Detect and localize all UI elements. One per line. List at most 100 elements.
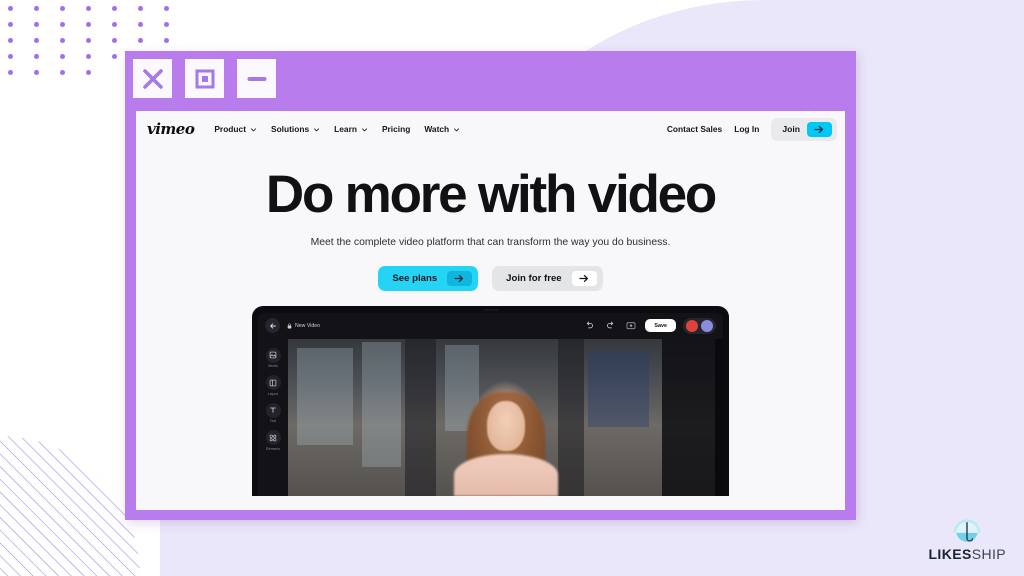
device-notch xyxy=(482,308,499,311)
grid-dot xyxy=(138,22,143,27)
save-button[interactable]: Save xyxy=(645,319,676,333)
back-button[interactable] xyxy=(265,318,280,334)
editor-body: Media Layout Text Elements xyxy=(258,338,723,496)
minimize-button[interactable] xyxy=(237,59,276,98)
elements-icon xyxy=(265,430,281,446)
logo-thin-part: SHIP xyxy=(971,546,1006,562)
log-in-link[interactable]: Log In xyxy=(734,124,759,134)
grid-dot xyxy=(34,54,39,59)
grid-dot xyxy=(86,70,91,75)
window-titlebar xyxy=(125,51,856,111)
grid-dot xyxy=(34,38,39,43)
nav-label: Product xyxy=(214,124,246,134)
editor-project-title: New Video xyxy=(287,323,320,329)
browser-window: vimeo Product Solutions Learn Pricing Wa… xyxy=(125,51,856,520)
join-button[interactable]: Join xyxy=(771,117,837,141)
tool-label: Media xyxy=(268,364,278,369)
tool-elements[interactable]: Elements xyxy=(265,430,281,451)
hero-subtitle: Meet the complete video platform that ca… xyxy=(310,236,671,248)
grid-dot xyxy=(164,22,169,27)
see-plans-label: See plans xyxy=(392,272,438,284)
grid-dot xyxy=(60,6,65,11)
nav-item-learn[interactable]: Learn xyxy=(334,124,368,134)
grid-dot xyxy=(138,6,143,11)
chevron-down-icon xyxy=(250,127,256,131)
grid-dot xyxy=(8,54,13,59)
redo-button[interactable] xyxy=(603,319,617,333)
arrow-right-icon xyxy=(571,270,597,286)
website-viewport: vimeo Product Solutions Learn Pricing Wa… xyxy=(136,111,845,510)
grid-dot xyxy=(8,38,13,43)
join-label: Join xyxy=(782,124,800,134)
text-icon xyxy=(265,402,281,418)
chevron-down-icon xyxy=(314,127,320,131)
tool-text[interactable]: Text xyxy=(265,402,281,423)
tool-layout[interactable]: Layout xyxy=(265,375,281,396)
cta-row: See plans Join for free xyxy=(136,265,845,291)
likesship-logo: LIKESSHIP xyxy=(928,518,1006,562)
nav-item-solutions[interactable]: Solutions xyxy=(271,124,320,134)
nav-item-watch[interactable]: Watch xyxy=(424,124,460,134)
grid-dot xyxy=(8,6,13,11)
grid-dot xyxy=(112,38,117,43)
see-plans-button[interactable]: See plans xyxy=(378,265,479,291)
grid-dot xyxy=(164,38,169,43)
undo-button[interactable] xyxy=(582,319,596,333)
vimeo-logo[interactable]: vimeo xyxy=(147,120,195,138)
grid-dot xyxy=(8,70,13,75)
arrow-left-icon xyxy=(269,323,276,329)
avatar-red[interactable] xyxy=(686,319,698,332)
avatar-purple[interactable] xyxy=(701,319,713,332)
grid-dot xyxy=(86,6,91,11)
undo-icon xyxy=(586,321,593,329)
nav-item-product[interactable]: Product xyxy=(214,124,257,134)
nav-label: Pricing xyxy=(381,124,411,134)
nav-label: Watch xyxy=(424,124,450,134)
grid-dot xyxy=(60,22,65,27)
grid-dot xyxy=(34,22,39,27)
grid-dot xyxy=(34,70,39,75)
close-button[interactable] xyxy=(133,59,172,98)
layout-icon xyxy=(265,375,281,391)
collaborator-avatars xyxy=(683,317,716,334)
nav-label: Learn xyxy=(334,124,357,134)
tool-media[interactable]: Media xyxy=(265,347,281,369)
editor-toolbar-right: Save xyxy=(582,317,716,334)
chevron-down-icon xyxy=(454,127,460,131)
x-icon xyxy=(142,68,163,89)
lock-icon xyxy=(287,323,292,329)
chevron-down-icon xyxy=(361,127,367,131)
arrow-right-icon xyxy=(807,121,832,137)
grid-dot xyxy=(112,6,117,11)
video-frame-image xyxy=(288,338,723,496)
canvas-right-letterbox xyxy=(715,338,723,496)
logo-bold-part: LIKES xyxy=(928,546,972,562)
window-controls xyxy=(133,59,276,98)
tool-label: Elements xyxy=(265,446,281,451)
nav-item-pricing[interactable]: Pricing xyxy=(382,124,410,134)
square-icon xyxy=(195,69,214,88)
grid-dot xyxy=(34,6,39,11)
nav-label: Solutions xyxy=(270,124,310,134)
subject-face xyxy=(486,401,525,452)
grid-dot xyxy=(112,54,117,59)
nav-links: Product Solutions Learn Pricing Watch xyxy=(214,124,460,134)
grid-dot xyxy=(164,6,169,11)
redo-icon xyxy=(607,321,614,329)
grid-dot xyxy=(8,22,13,27)
editor-screen: New Video Save Media Layout Text Element… xyxy=(258,312,723,496)
editor-preview-canvas[interactable] xyxy=(288,338,723,496)
maximize-button[interactable] xyxy=(185,59,224,98)
contact-sales-link[interactable]: Contact Sales xyxy=(667,124,722,134)
grid-dot xyxy=(60,38,65,43)
likesship-wordmark: LIKESSHIP xyxy=(928,546,1006,562)
screenshot-stage: vimeo Product Solutions Learn Pricing Wa… xyxy=(0,0,1024,576)
join-for-free-button[interactable]: Join for free xyxy=(492,265,603,291)
page-title: Do more with video xyxy=(265,165,717,224)
grid-dot xyxy=(60,70,65,75)
editor-toolbar: New Video Save xyxy=(258,313,723,339)
grid-dot xyxy=(86,22,91,27)
site-navbar: vimeo Product Solutions Learn Pricing Wa… xyxy=(136,111,845,147)
display-settings-button[interactable] xyxy=(624,319,638,333)
arrow-right-icon xyxy=(447,270,473,286)
